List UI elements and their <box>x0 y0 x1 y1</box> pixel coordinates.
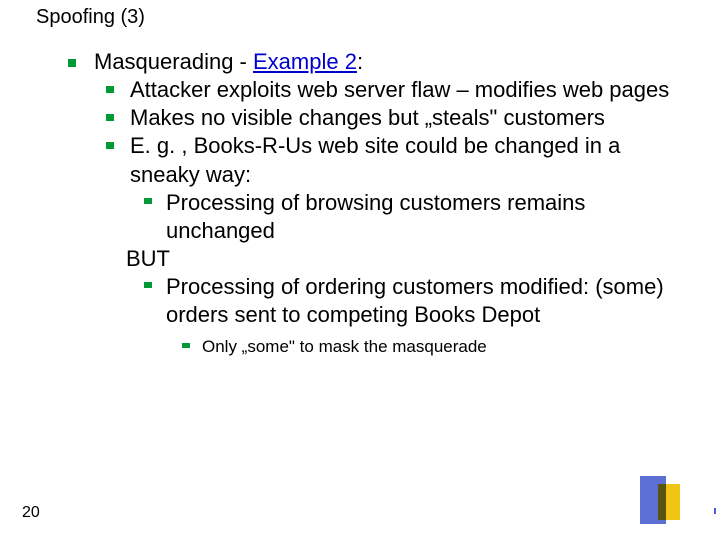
bullet-icon <box>144 198 152 204</box>
list-text: Attacker exploits web server flaw – modi… <box>130 76 692 104</box>
list-item: Processing of browsing customers remains… <box>144 189 692 245</box>
list-item: Attacker exploits web server flaw – modi… <box>106 76 692 104</box>
decoration <box>640 476 680 524</box>
deco-tick <box>714 508 716 514</box>
list-item: Only „some" to mask the masquerade <box>182 336 692 358</box>
slide: Spoofing (3) Masquerading - Example 2: A… <box>0 0 720 540</box>
slide-title: Spoofing (3) <box>36 6 145 29</box>
bullet-icon <box>106 86 114 93</box>
list-text: Makes no visible changes but „steals" cu… <box>130 104 692 132</box>
list-item: E. g. , Books-R-Us web site could be cha… <box>106 132 692 188</box>
list-item: Masquerading - Example 2: <box>68 48 692 76</box>
list-text: Processing of ordering customers modifie… <box>166 273 692 329</box>
list-text: Processing of browsing customers remains… <box>166 189 692 245</box>
list-text: BUT <box>126 245 692 273</box>
list-item: Makes no visible changes but „steals" cu… <box>106 104 692 132</box>
list-text: E. g. , Books-R-Us web site could be cha… <box>130 132 692 188</box>
bullet-icon <box>106 142 114 149</box>
bullet-icon <box>106 114 114 121</box>
bullet-icon <box>182 343 190 348</box>
text: Masquerading - <box>94 49 253 74</box>
bullet-icon <box>144 282 152 288</box>
text: : <box>357 49 363 74</box>
list-text: Only „some" to mask the masquerade <box>202 336 692 358</box>
slide-number: 20 <box>22 504 40 522</box>
deco-bar-yellow <box>658 484 680 520</box>
slide-content: Masquerading - Example 2: Attacker explo… <box>68 48 692 358</box>
list-item: Processing of ordering customers modifie… <box>144 273 692 329</box>
link-text: Example 2 <box>253 49 357 74</box>
list-text: Masquerading - Example 2: <box>94 48 692 76</box>
bullet-icon <box>68 59 76 67</box>
